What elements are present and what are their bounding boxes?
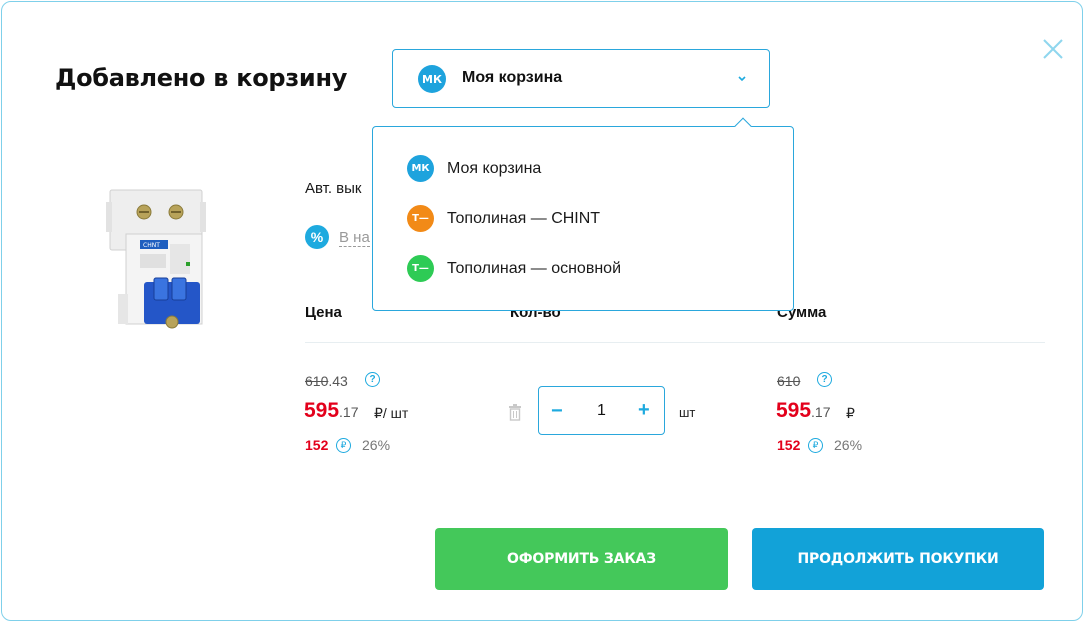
ruble-icon: ₽ (336, 438, 351, 453)
divider (305, 342, 1045, 343)
product-image[interactable]: CHNT (102, 184, 210, 340)
cart-avatar: МК (418, 65, 446, 93)
cart-dropdown: МК Моя корзина Т— Тополиная — CHINT Т— Т… (372, 117, 794, 311)
dropdown-item-label: Тополиная — CHINT (447, 210, 601, 227)
sum-int: 595 (776, 399, 812, 422)
dropdown-item-label: Моя корзина (447, 160, 542, 177)
modal-title: Добавлено в корзину (55, 64, 348, 92)
dropdown-item-topolinaya-chint[interactable]: Т— Тополиная — CHINT (407, 205, 767, 233)
close-icon[interactable] (1042, 38, 1064, 60)
brand-logo-text: CHNT (143, 242, 160, 249)
old-price-kop: .43 (328, 373, 348, 389)
old-price: 610.43 (305, 373, 348, 389)
ruble-icon: ₽ (808, 438, 823, 453)
sum-currency: ₽ (846, 405, 855, 421)
product-name[interactable]: Авт. вык (305, 180, 362, 197)
increment-button[interactable]: + (638, 399, 650, 422)
old-price-int: 610 (305, 373, 329, 389)
quantity-stepper: − 1 + (538, 386, 665, 435)
bonus-points: 152 (305, 437, 329, 453)
column-price: Цена (305, 304, 342, 321)
dropdown-item-my-cart[interactable]: МК Моя корзина (407, 155, 767, 183)
add-to-cart-modal: Добавлено в корзину МК Моя корзина МК Мо… (1, 1, 1083, 621)
dropdown-item-topolinaya-main[interactable]: Т— Тополиная — основной (407, 255, 767, 283)
dropdown-item-label: Тополиная — основной (447, 260, 621, 277)
checkout-button[interactable]: ОФОРМИТЬ ЗАКАЗ (435, 528, 728, 590)
old-sum-int: 610 (777, 373, 801, 389)
bonus-points: 152 (777, 437, 801, 453)
chevron-down-icon (738, 76, 746, 82)
sum-kop: .17 (811, 404, 831, 420)
bonus-percent: 26% (362, 437, 391, 453)
current-sum: 595.17 (776, 399, 831, 423)
cart-select[interactable]: МК Моя корзина (392, 49, 770, 108)
avatar: Т— (407, 205, 434, 232)
trash-icon[interactable] (508, 404, 522, 421)
quantity-value[interactable]: 1 (594, 402, 609, 420)
old-sum: 610 (777, 373, 800, 389)
cart-select-value: Моя корзина (462, 69, 563, 86)
help-icon[interactable]: ? (817, 372, 832, 387)
avatar: МК (407, 155, 434, 182)
promo-link[interactable]: В на (339, 229, 370, 247)
bonus-percent: 26% (834, 437, 863, 453)
price-int: 595 (304, 399, 340, 422)
current-price: 595.17 (304, 399, 359, 423)
dropdown-caret (734, 117, 752, 135)
percent-icon: % (305, 225, 329, 249)
decrement-button[interactable]: − (551, 400, 563, 423)
price-unit: ₽/ шт (374, 405, 409, 421)
quantity-unit: шт (679, 405, 696, 420)
continue-shopping-button[interactable]: ПРОДОЛЖИТЬ ПОКУПКИ (752, 528, 1044, 590)
avatar: Т— (407, 255, 434, 282)
help-icon[interactable]: ? (365, 372, 380, 387)
price-kop: .17 (339, 404, 359, 420)
